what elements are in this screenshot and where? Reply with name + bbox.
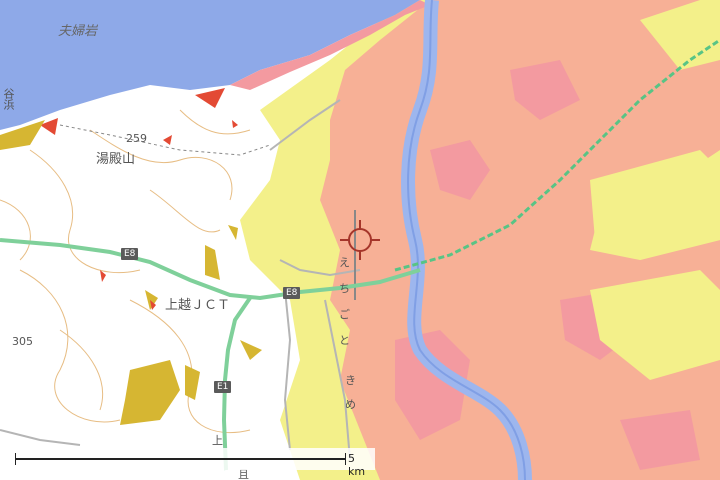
- coast-label: 夫婦岩: [58, 24, 98, 39]
- coast-red-2: [40, 118, 58, 135]
- map-canvas: [0, 0, 720, 480]
- scale-bar: 5 km: [10, 448, 375, 478]
- road-label-1: 上: [212, 434, 223, 447]
- coast-red-1: [195, 88, 225, 108]
- rail-char-5: き: [345, 374, 356, 387]
- scale-label: 5 km: [348, 452, 366, 478]
- scale-tick-right: [345, 453, 346, 465]
- rail-char-4: と: [339, 334, 350, 347]
- elevation-label-2: 305: [12, 335, 33, 348]
- rail-char-1: え: [339, 256, 350, 269]
- landslide-zones: [120, 225, 262, 425]
- route-shield-e1: E1: [214, 381, 232, 393]
- rail-char-3: ご: [339, 308, 350, 321]
- hazard-map[interactable]: 夫婦岩 湯殿山 259 305 上越ＪＣＴ 谷浜 E8 E8 E1 え ち ご …: [0, 0, 720, 480]
- rail-char-6: め: [345, 398, 356, 411]
- elevation-label-1: 259: [126, 132, 147, 145]
- left-edge-label: 谷浜: [2, 88, 15, 110]
- rail-char-2: ち: [339, 282, 350, 295]
- route-shield-e8-west: E8: [121, 248, 139, 260]
- scale-line: [15, 458, 345, 460]
- mountain-label: 湯殿山: [96, 152, 136, 167]
- route-shield-e8-east: E8: [283, 287, 301, 299]
- junction-label: 上越ＪＣＴ: [165, 298, 231, 313]
